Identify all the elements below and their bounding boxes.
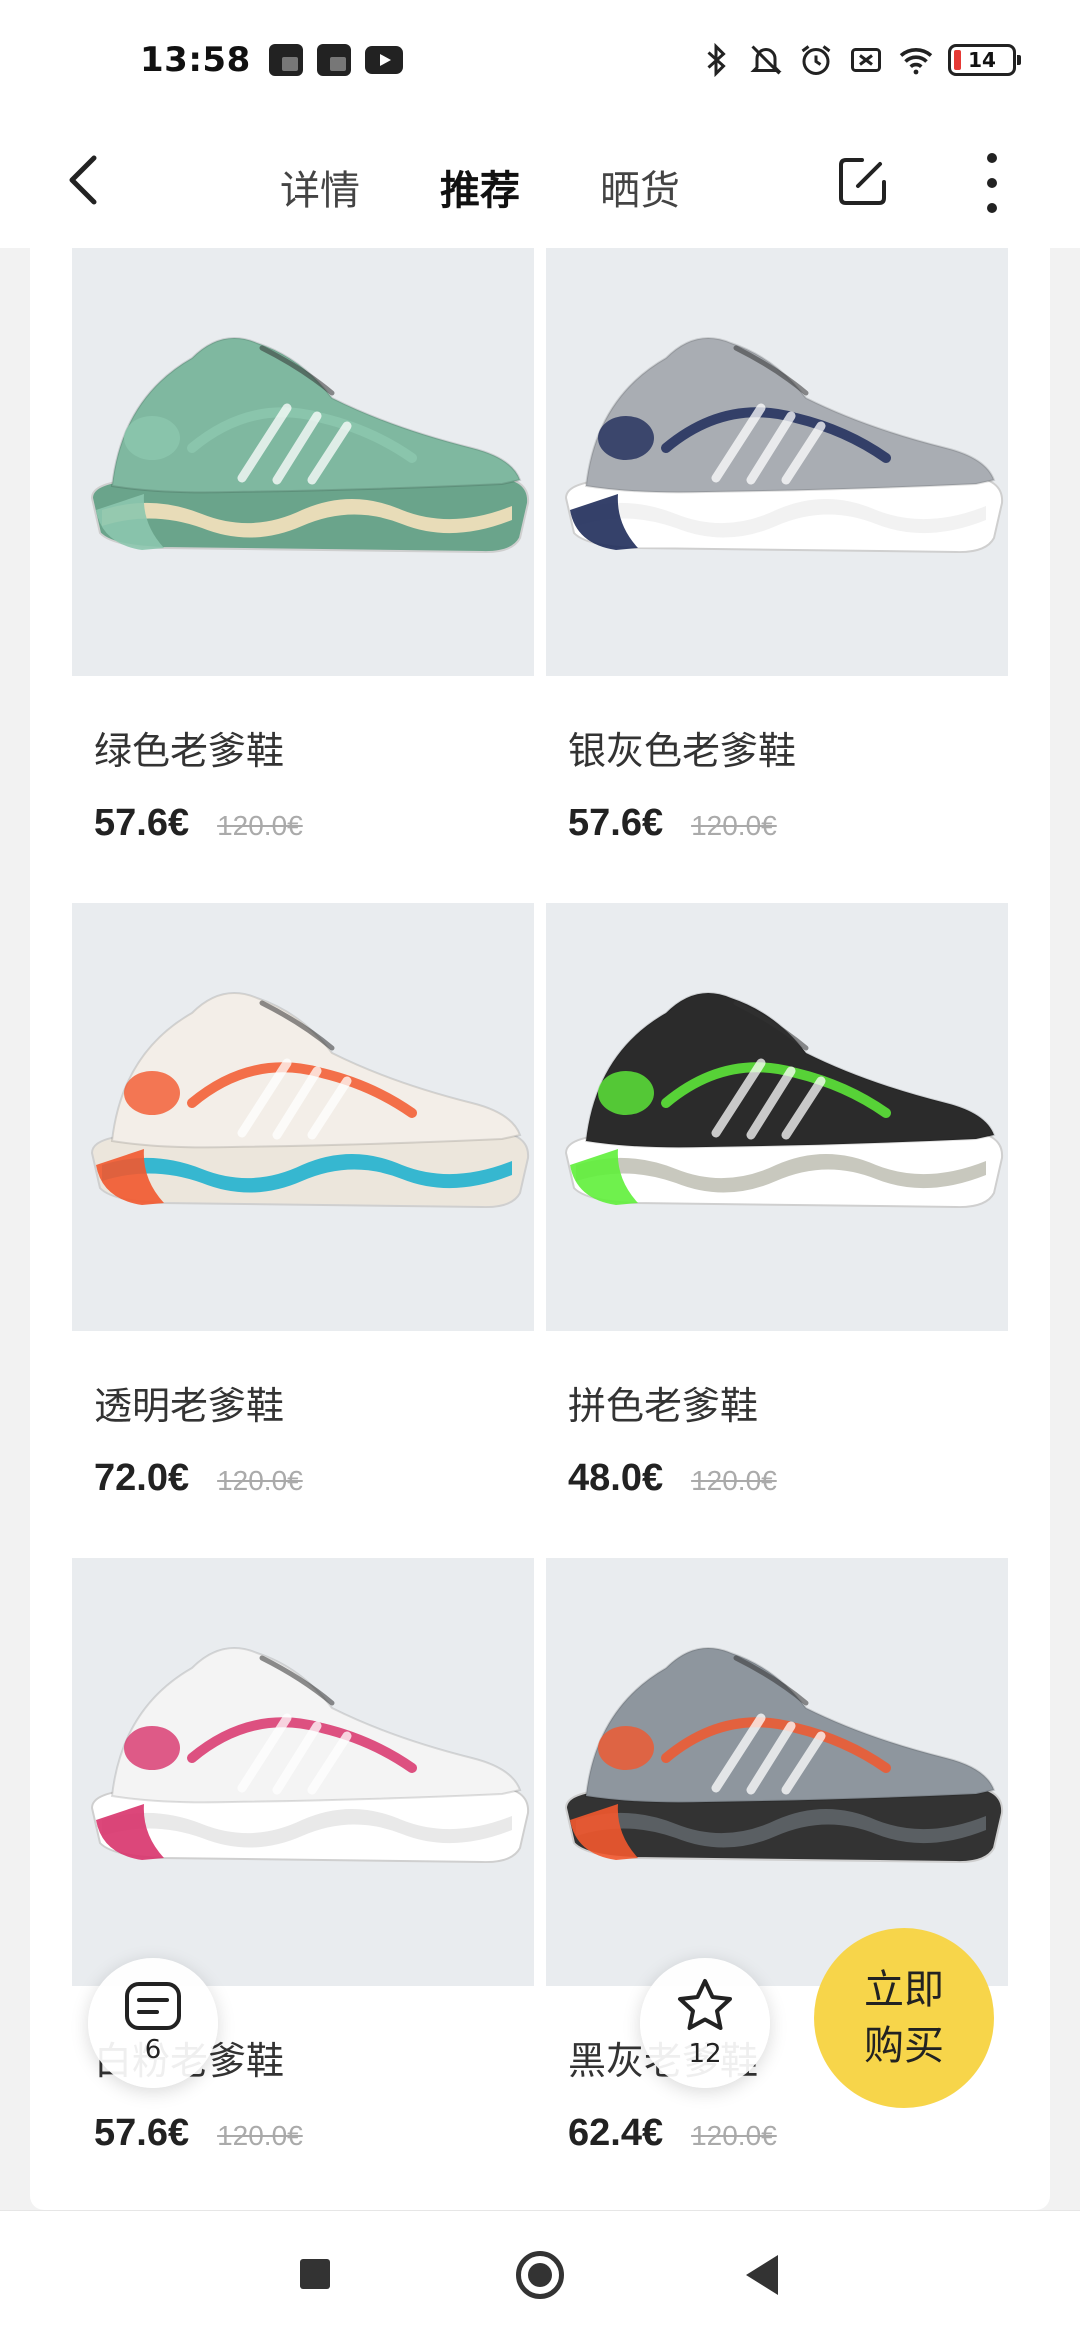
product-image[interactable]: [72, 1558, 534, 1986]
product-image[interactable]: [72, 903, 534, 1331]
battery-icon: 14: [948, 44, 1021, 76]
bluetooth-icon: [707, 42, 726, 78]
sale-price: 72.0€: [94, 1457, 190, 1499]
app-header: 详情 推荐 晒货: [0, 120, 1080, 248]
favorite-button[interactable]: 12: [640, 1958, 770, 2088]
product-card[interactable]: 银灰色老爹鞋 57.6€ 120.0€: [546, 248, 1008, 903]
original-price: 120.0€: [691, 2120, 777, 2151]
price-row: 57.6€ 120.0€: [72, 780, 534, 845]
product-name: 绿色老爹鞋: [94, 729, 285, 773]
status-bar: 13:58 14: [0, 0, 1080, 120]
tab-reviews[interactable]: 晒货: [600, 140, 680, 234]
wifi-icon: [899, 48, 933, 75]
buy-now-label-line2: 购买: [864, 2023, 944, 2069]
product-card[interactable]: 黑灰老爹鞋 62.4€ 120.0€: [546, 1558, 1008, 2210]
status-left-icons: [268, 44, 403, 76]
buy-now-label-line1: 立即: [864, 1967, 944, 2013]
sneaker-icon: [564, 1647, 1004, 1864]
sale-price: 57.6€: [94, 802, 190, 844]
product-image[interactable]: [546, 1558, 1008, 1986]
sneaker-icon: [564, 337, 1004, 554]
sale-price: 57.6€: [568, 802, 664, 844]
sale-price: 57.6€: [94, 2112, 190, 2154]
original-price: 120.0€: [691, 1465, 777, 1496]
product-image[interactable]: [546, 248, 1008, 676]
price-row: 57.6€ 120.0€: [72, 2090, 534, 2155]
original-price: 120.0€: [691, 810, 777, 841]
price-row: 72.0€ 120.0€: [72, 1435, 534, 1500]
recommend-list[interactable]: 绿色老爹鞋 57.6€ 120.0€ 银灰色老爹鞋 57.6€ 120.0€ 透…: [30, 248, 1050, 2210]
star-icon: [678, 1979, 732, 2030]
youtube-icon: [364, 46, 403, 74]
sim-off-icon: [851, 48, 881, 72]
product-card[interactable]: 透明老爹鞋 72.0€ 120.0€: [72, 903, 534, 1558]
sale-price: 62.4€: [568, 2112, 664, 2154]
product-name: 拼色老爹鞋: [568, 1384, 759, 1428]
tab-details[interactable]: 详情: [280, 140, 360, 234]
comments-button[interactable]: 6: [88, 1958, 218, 2088]
sneaker-icon: [90, 992, 530, 1209]
comments-count: 6: [144, 2035, 162, 2065]
status-right-icons: 14: [698, 42, 1021, 78]
sneaker-icon: [90, 1647, 530, 1864]
original-price: 120.0€: [217, 2120, 303, 2151]
price-row: 57.6€ 120.0€: [546, 780, 1008, 845]
favorites-count: 12: [688, 2039, 722, 2069]
sale-price: 48.0€: [568, 1457, 664, 1499]
product-grid: 绿色老爹鞋 57.6€ 120.0€ 银灰色老爹鞋 57.6€ 120.0€ 透…: [72, 248, 1008, 2210]
comment-icon: [125, 1982, 181, 2030]
product-image[interactable]: [72, 248, 534, 676]
product-card[interactable]: 拼色老爹鞋 48.0€ 120.0€: [546, 903, 1008, 1558]
status-time: 13:58: [140, 40, 251, 80]
recents-icon[interactable]: [300, 2259, 330, 2289]
buy-now-button[interactable]: 立即 购买: [814, 1928, 994, 2108]
home-icon[interactable]: [516, 2251, 564, 2299]
sneaker-icon: [90, 337, 530, 554]
tab-bar: 详情 推荐 晒货: [280, 140, 680, 234]
price-row: 48.0€ 120.0€: [546, 1435, 1008, 1500]
back-icon[interactable]: [60, 150, 110, 210]
sneaker-icon: [564, 992, 1004, 1209]
product-name: 透明老爹鞋: [94, 1384, 285, 1428]
product-image[interactable]: [546, 903, 1008, 1331]
product-card[interactable]: 白粉老爹鞋 57.6€ 120.0€: [72, 1558, 534, 2210]
tab-recommend[interactable]: 推荐: [436, 140, 524, 234]
product-name: 银灰色老爹鞋: [568, 729, 797, 773]
battery-level: 14: [968, 48, 996, 72]
notification-icon: [316, 44, 351, 76]
back-nav-icon[interactable]: [746, 2255, 778, 2295]
edit-icon[interactable]: [836, 154, 890, 208]
more-icon[interactable]: [980, 148, 1004, 218]
system-nav-bar: [0, 2210, 1080, 2340]
original-price: 120.0€: [217, 810, 303, 841]
alarm-icon: [801, 45, 831, 75]
product-card[interactable]: 绿色老爹鞋 57.6€ 120.0€: [72, 248, 534, 903]
notification-icon: [268, 44, 303, 76]
mute-icon: [750, 45, 782, 75]
original-price: 120.0€: [217, 1465, 303, 1496]
